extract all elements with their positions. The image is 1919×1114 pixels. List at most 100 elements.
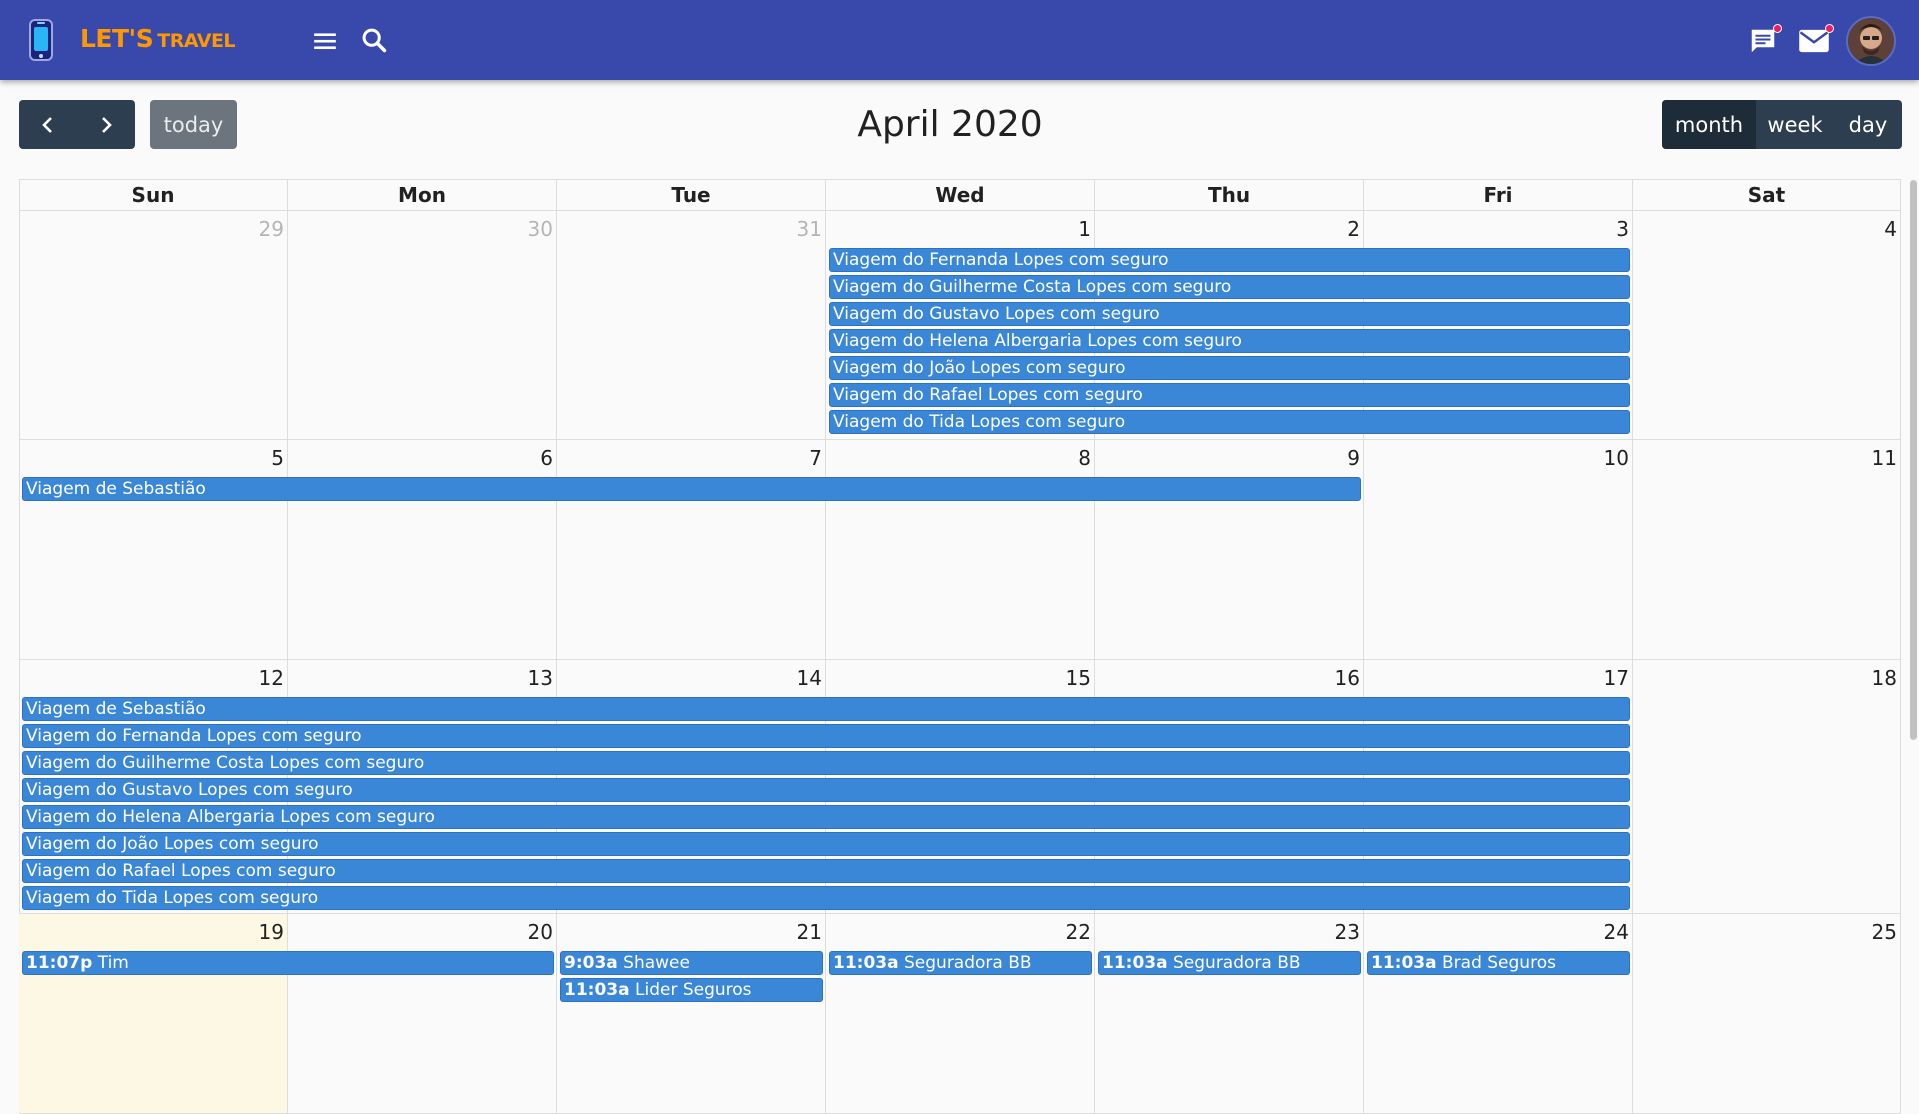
day-cell[interactable]: 6 <box>288 440 557 660</box>
event-title: Shawee <box>623 953 690 973</box>
calendar-event[interactable]: 11:03a Seguradora BB <box>829 951 1092 975</box>
chevron-left-icon <box>42 116 52 133</box>
view-week-button[interactable]: week <box>1756 100 1834 149</box>
day-number[interactable]: 11 <box>1872 446 1897 470</box>
day-number[interactable]: 13 <box>528 666 553 690</box>
day-cell[interactable]: 9 <box>1095 440 1364 660</box>
event-title: Viagem do Rafael Lopes com seguro <box>833 385 1143 405</box>
day-number[interactable]: 22 <box>1066 920 1091 944</box>
day-number[interactable]: 21 <box>797 920 822 944</box>
day-cell[interactable]: 5 <box>19 440 288 660</box>
day-number[interactable]: 23 <box>1335 920 1360 944</box>
day-number[interactable]: 6 <box>540 446 553 470</box>
event-title: Seguradora BB <box>904 953 1032 973</box>
day-number[interactable]: 3 <box>1616 217 1629 241</box>
day-cell[interactable]: 29 <box>19 211 288 440</box>
day-number[interactable]: 2 <box>1347 217 1360 241</box>
day-cell[interactable]: 4 <box>1633 211 1901 440</box>
event-title: Lider Seguros <box>635 980 752 1000</box>
brand-logo[interactable]: LET'S TRAVEL <box>80 24 236 53</box>
event-title: Viagem do Tida Lopes com seguro <box>833 412 1126 432</box>
calendar-event[interactable]: Viagem do Helena Albergaria Lopes com se… <box>829 329 1630 353</box>
day-number[interactable]: 14 <box>797 666 822 690</box>
event-title: Viagem do João Lopes com seguro <box>833 358 1126 378</box>
calendar-event[interactable]: Viagem do Gustavo Lopes com seguro <box>22 778 1630 802</box>
menu-icon[interactable] <box>312 28 338 54</box>
day-number[interactable]: 12 <box>259 666 284 690</box>
day-number[interactable]: 5 <box>271 446 284 470</box>
calendar-event[interactable]: Viagem do Rafael Lopes com seguro <box>829 383 1630 407</box>
calendar-event[interactable]: 9:03a Shawee <box>560 951 823 975</box>
day-cell[interactable]: 24 <box>1364 914 1633 1114</box>
event-time: 9:03a <box>564 953 618 973</box>
day-cell[interactable]: 10 <box>1364 440 1633 660</box>
day-number[interactable]: 17 <box>1604 666 1629 690</box>
prev-button[interactable] <box>19 100 77 149</box>
view-month-button[interactable]: month <box>1662 100 1756 149</box>
event-title: Tim <box>97 953 129 973</box>
next-button[interactable] <box>77 100 135 149</box>
day-cell[interactable]: 23 <box>1095 914 1364 1114</box>
day-cell[interactable]: 30 <box>288 211 557 440</box>
day-number[interactable]: 19 <box>259 920 284 944</box>
calendar-event[interactable]: 11:03a Brad Seguros <box>1367 951 1630 975</box>
day-number[interactable]: 15 <box>1066 666 1091 690</box>
calendar-event[interactable]: Viagem do Gustavo Lopes com seguro <box>829 302 1630 326</box>
day-number[interactable]: 4 <box>1884 217 1897 241</box>
weekday-header-fri: Fri <box>1364 179 1633 211</box>
calendar-event[interactable]: Viagem de Sebastião <box>22 697 1630 721</box>
event-title: Viagem do João Lopes com seguro <box>26 834 319 854</box>
day-cell[interactable]: 21 <box>557 914 826 1114</box>
day-number[interactable]: 30 <box>528 217 553 241</box>
calendar-event[interactable]: Viagem de Sebastião <box>22 477 1361 501</box>
calendar-event[interactable]: Viagem do Guilherme Costa Lopes com segu… <box>22 751 1630 775</box>
avatar-image <box>1848 18 1894 64</box>
calendar-event[interactable]: Viagem do Tida Lopes com seguro <box>829 410 1630 434</box>
calendar-event[interactable]: 11:03a Seguradora BB <box>1098 951 1361 975</box>
vertical-scrollbar[interactable] <box>1910 180 1917 740</box>
mail-notification-dot <box>1825 24 1834 33</box>
calendar-event[interactable]: Viagem do Fernanda Lopes com seguro <box>22 724 1630 748</box>
calendar-event[interactable]: Viagem do Fernanda Lopes com seguro <box>829 248 1630 272</box>
day-cell[interactable]: 11 <box>1633 440 1901 660</box>
weekday-header-thu: Thu <box>1095 179 1364 211</box>
day-number[interactable]: 25 <box>1872 920 1897 944</box>
day-number[interactable]: 8 <box>1078 446 1091 470</box>
search-icon[interactable] <box>360 26 388 54</box>
day-cell[interactable]: 7 <box>557 440 826 660</box>
day-cell[interactable]: 18 <box>1633 660 1901 914</box>
view-day-button[interactable]: day <box>1834 100 1902 149</box>
prev-next-group <box>19 100 135 149</box>
day-cell[interactable]: 20 <box>288 914 557 1114</box>
event-title: Viagem de Sebastião <box>26 699 206 719</box>
event-title: Brad Seguros <box>1442 953 1556 973</box>
day-number[interactable]: 7 <box>809 446 822 470</box>
day-number[interactable]: 31 <box>797 217 822 241</box>
day-cell[interactable]: 22 <box>826 914 1095 1114</box>
day-number[interactable]: 29 <box>259 217 284 241</box>
calendar-event[interactable]: Viagem do João Lopes com seguro <box>829 356 1630 380</box>
day-number[interactable]: 9 <box>1347 446 1360 470</box>
event-title: Seguradora BB <box>1173 953 1301 973</box>
day-number[interactable]: 1 <box>1078 217 1091 241</box>
day-cell[interactable]: 8 <box>826 440 1095 660</box>
day-cell[interactable]: 31 <box>557 211 826 440</box>
calendar-event[interactable]: Viagem do Guilherme Costa Lopes com segu… <box>829 275 1630 299</box>
calendar-event[interactable]: 11:07p Tim <box>22 951 554 975</box>
calendar-event[interactable]: 11:03a Lider Seguros <box>560 978 823 1002</box>
day-number[interactable]: 20 <box>528 920 553 944</box>
day-number[interactable]: 10 <box>1604 446 1629 470</box>
calendar-event[interactable]: Viagem do João Lopes com seguro <box>22 832 1630 856</box>
calendar-event[interactable]: Viagem do Helena Albergaria Lopes com se… <box>22 805 1630 829</box>
calendar-event[interactable]: Viagem do Tida Lopes com seguro <box>22 886 1630 910</box>
day-number[interactable]: 16 <box>1335 666 1360 690</box>
avatar[interactable] <box>1846 16 1896 66</box>
day-cell[interactable]: 19 <box>19 914 288 1114</box>
phone-app-icon <box>29 19 53 61</box>
day-number[interactable]: 24 <box>1604 920 1629 944</box>
event-title: Viagem de Sebastião <box>26 479 206 499</box>
day-number[interactable]: 18 <box>1872 666 1897 690</box>
today-button[interactable]: today <box>150 100 237 149</box>
calendar-event[interactable]: Viagem do Rafael Lopes com seguro <box>22 859 1630 883</box>
day-cell[interactable]: 25 <box>1633 914 1901 1114</box>
